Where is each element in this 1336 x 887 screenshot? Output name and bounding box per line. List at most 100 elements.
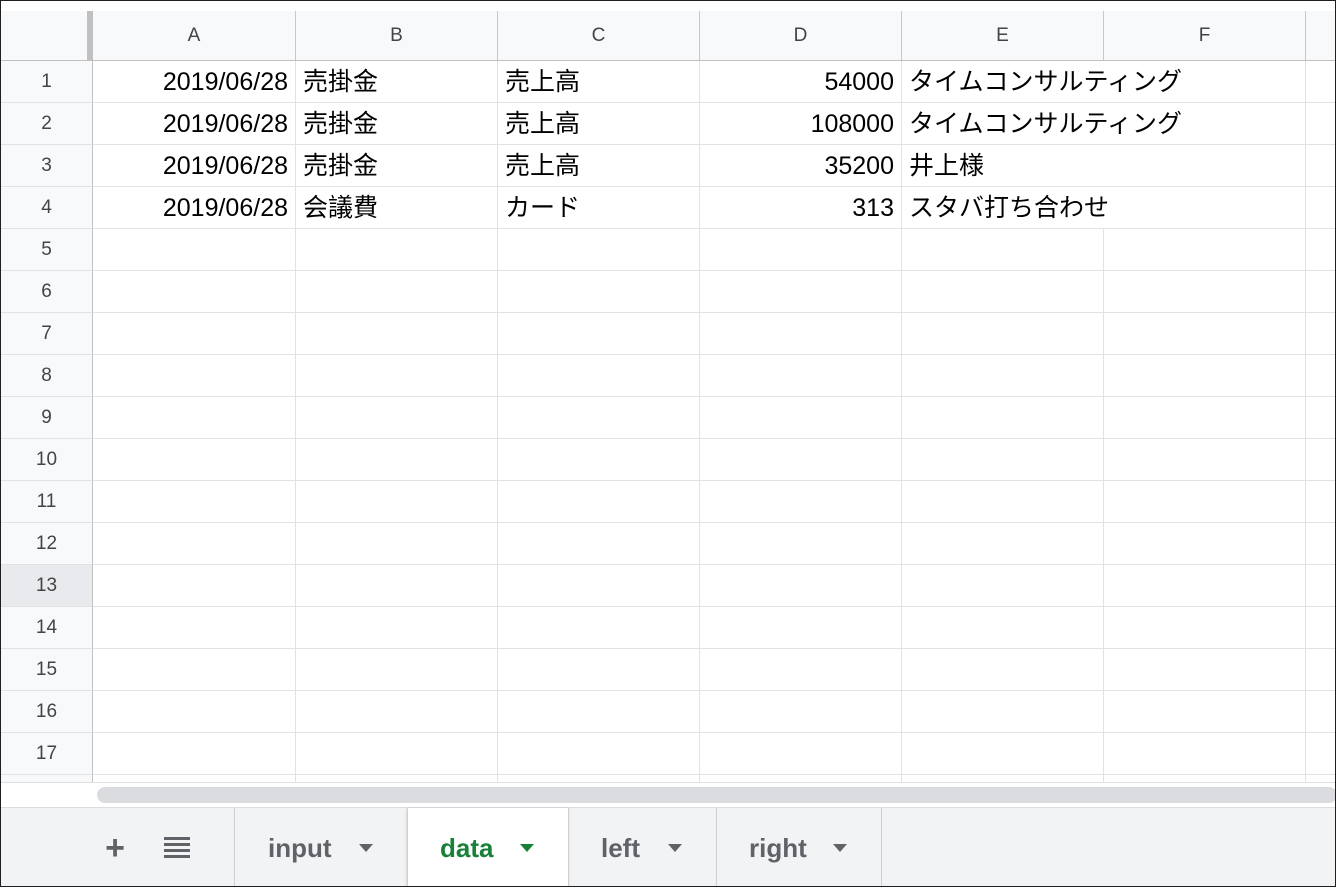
cell-account[interactable]: 売掛金 — [296, 61, 498, 103]
row-header-15[interactable]: 15 — [1, 649, 93, 691]
cell[interactable] — [1306, 145, 1335, 187]
cell[interactable] — [296, 607, 498, 649]
row-header-13[interactable]: 13 — [1, 565, 93, 607]
cell[interactable] — [1306, 313, 1335, 355]
cell[interactable] — [498, 439, 700, 481]
cell[interactable] — [93, 691, 296, 733]
cell[interactable] — [1306, 271, 1335, 313]
cell[interactable] — [93, 313, 296, 355]
cell[interactable] — [93, 481, 296, 523]
cell[interactable] — [902, 523, 1104, 565]
add-sheet-button[interactable]: + — [97, 830, 133, 866]
cell[interactable] — [902, 355, 1104, 397]
row-header-16[interactable]: 16 — [1, 691, 93, 733]
cell[interactable] — [296, 523, 498, 565]
cell[interactable] — [296, 397, 498, 439]
cell[interactable] — [1306, 649, 1335, 691]
row-header-7[interactable]: 7 — [1, 313, 93, 355]
tab-data-dropdown-icon[interactable] — [520, 844, 534, 852]
cell-date[interactable]: 2019/06/28 — [93, 61, 296, 103]
cell[interactable] — [1306, 439, 1335, 481]
tab-left[interactable]: left — [568, 808, 717, 886]
cell[interactable] — [700, 439, 902, 481]
cell[interactable] — [1104, 481, 1306, 523]
cell[interactable] — [1306, 187, 1335, 229]
cell[interactable] — [700, 733, 902, 775]
cell[interactable] — [1104, 691, 1306, 733]
cell[interactable] — [93, 355, 296, 397]
cell[interactable] — [93, 649, 296, 691]
cell[interactable] — [296, 481, 498, 523]
tab-input[interactable]: input — [234, 808, 408, 886]
cell[interactable] — [700, 481, 902, 523]
cell[interactable] — [498, 607, 700, 649]
cell-category[interactable]: 売上高 — [498, 61, 700, 103]
cell-note[interactable]: タイムコンサルティング — [902, 103, 1182, 145]
cell-amount[interactable]: 54000 — [700, 61, 902, 103]
cell[interactable] — [93, 733, 296, 775]
cell[interactable] — [1306, 481, 1335, 523]
cell[interactable] — [1104, 313, 1306, 355]
cell[interactable] — [700, 607, 902, 649]
cell[interactable] — [902, 691, 1104, 733]
row-header-12[interactable]: 12 — [1, 523, 93, 565]
cell[interactable] — [1104, 523, 1306, 565]
cell[interactable] — [296, 439, 498, 481]
cell[interactable] — [902, 271, 1104, 313]
cell[interactable] — [498, 565, 700, 607]
cell[interactable] — [1306, 607, 1335, 649]
cell[interactable] — [1306, 103, 1335, 145]
cell[interactable] — [498, 523, 700, 565]
tab-input-dropdown-icon[interactable] — [359, 844, 373, 852]
cell[interactable] — [902, 649, 1104, 691]
cell-category[interactable]: カード — [498, 187, 700, 229]
cell[interactable] — [902, 565, 1104, 607]
cell[interactable] — [1306, 61, 1335, 103]
cell[interactable] — [700, 565, 902, 607]
cell-note[interactable]: タイムコンサルティング — [902, 61, 1182, 103]
cell-amount[interactable]: 35200 — [700, 145, 902, 187]
cell[interactable] — [1306, 229, 1335, 271]
cell[interactable] — [1306, 523, 1335, 565]
column-header-d[interactable]: D — [700, 11, 902, 60]
column-header-g[interactable] — [1306, 11, 1335, 60]
cell-date[interactable]: 2019/06/28 — [93, 187, 296, 229]
cell[interactable] — [498, 313, 700, 355]
cell[interactable] — [902, 397, 1104, 439]
row-header-8[interactable]: 8 — [1, 355, 93, 397]
cell-category[interactable]: 売上高 — [498, 103, 700, 145]
horizontal-scrollbar-thumb[interactable] — [97, 787, 1335, 803]
cell[interactable] — [902, 229, 1104, 271]
cell[interactable] — [700, 313, 902, 355]
cell[interactable] — [700, 355, 902, 397]
column-header-c[interactable]: C — [498, 11, 700, 60]
cell[interactable] — [296, 313, 498, 355]
cell[interactable] — [1306, 397, 1335, 439]
cell[interactable] — [700, 229, 902, 271]
tab-data[interactable]: data — [407, 808, 568, 886]
cell[interactable] — [498, 397, 700, 439]
cell-date[interactable]: 2019/06/28 — [93, 103, 296, 145]
tab-left-dropdown-icon[interactable] — [668, 844, 682, 852]
cell[interactable] — [93, 565, 296, 607]
cell-account[interactable]: 売掛金 — [296, 103, 498, 145]
cell-amount[interactable]: 313 — [700, 187, 902, 229]
cell[interactable] — [1104, 607, 1306, 649]
cell[interactable] — [1306, 691, 1335, 733]
cell[interactable] — [296, 355, 498, 397]
cell[interactable] — [700, 397, 902, 439]
cell[interactable] — [1306, 733, 1335, 775]
cell-note[interactable]: スタバ打ち合わせ — [902, 187, 1109, 229]
cell[interactable] — [1104, 565, 1306, 607]
cell[interactable] — [93, 229, 296, 271]
cell[interactable] — [93, 607, 296, 649]
cell[interactable] — [296, 565, 498, 607]
cell[interactable] — [296, 649, 498, 691]
row-header-10[interactable]: 10 — [1, 439, 93, 481]
row-header-4[interactable]: 4 — [1, 187, 93, 229]
cell[interactable] — [1104, 439, 1306, 481]
cell[interactable] — [93, 523, 296, 565]
row-header-14[interactable]: 14 — [1, 607, 93, 649]
row-header-6[interactable]: 6 — [1, 271, 93, 313]
cell[interactable] — [902, 733, 1104, 775]
